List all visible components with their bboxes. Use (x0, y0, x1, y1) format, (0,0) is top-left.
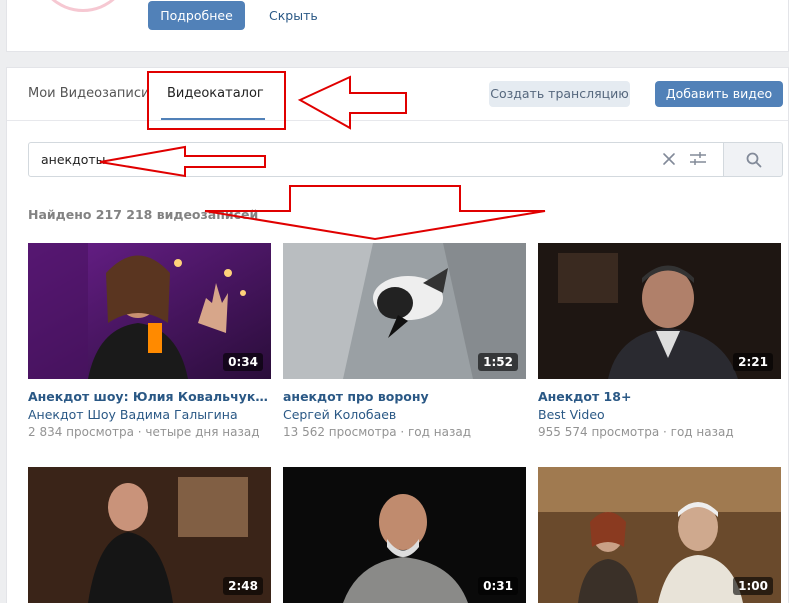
avatar[interactable] (35, 0, 131, 12)
video-card[interactable]: 0:31 (283, 467, 526, 603)
more-button[interactable]: Подробнее (148, 1, 245, 30)
video-thumbnail[interactable]: 1:52 (283, 243, 526, 379)
video-thumbnail[interactable]: 2:48 (28, 467, 271, 603)
video-thumbnail[interactable]: 0:31 (283, 467, 526, 603)
add-video-button[interactable]: Добавить видео (655, 81, 783, 107)
search-button[interactable] (723, 142, 783, 177)
tab-video-catalog[interactable]: Видеокаталог (167, 86, 264, 101)
create-stream-button[interactable]: Создать трансляцию (489, 81, 630, 107)
video-meta: 955 574 просмотра · год назад (538, 425, 734, 439)
clear-icon[interactable] (661, 151, 677, 167)
video-card[interactable]: 1:52 анекдот про ворону Сергей Колобаев … (283, 243, 526, 439)
video-duration: 1:00 (733, 577, 773, 595)
video-duration: 2:48 (223, 577, 263, 595)
search-box (28, 142, 724, 177)
results-count: Найдено 217 218 видеозаписей (28, 207, 259, 222)
video-duration: 0:34 (223, 353, 263, 371)
community-card: Подробнее Скрыть (6, 0, 789, 52)
tab-my-videos[interactable]: Мои Видеозаписи (28, 86, 149, 101)
video-card[interactable]: 1:00 (538, 467, 781, 603)
video-author[interactable]: Сергей Колобаев (283, 407, 526, 422)
video-card[interactable]: 0:34 Анекдот шоу: Юлия Ковальчук - изобр… (28, 243, 271, 439)
video-title[interactable]: анекдот про ворону (283, 389, 526, 404)
video-tabs: Мои Видеозаписи Видеокаталог Создать тра… (7, 68, 788, 121)
video-meta: 13 562 просмотра · год назад (283, 425, 471, 439)
video-duration: 1:52 (478, 353, 518, 371)
search-input[interactable] (29, 143, 649, 176)
video-author[interactable]: Анекдот Шоу Вадима Галыгина (28, 407, 271, 422)
video-meta: 2 834 просмотра · четыре дня назад (28, 425, 260, 439)
video-duration: 0:31 (478, 577, 518, 595)
video-title[interactable]: Анекдот шоу: Юлия Ковальчук - изобретате… (28, 389, 271, 404)
video-card[interactable]: 2:48 (28, 467, 271, 603)
video-title[interactable]: Анекдот 18+ (538, 389, 781, 404)
video-card[interactable]: 2:21 Анекдот 18+ Best Video 955 574 прос… (538, 243, 781, 439)
video-thumbnail[interactable]: 2:21 (538, 243, 781, 379)
video-author[interactable]: Best Video (538, 407, 781, 422)
active-tab-indicator (161, 118, 265, 120)
video-thumbnail[interactable]: 1:00 (538, 467, 781, 603)
search-icon (746, 152, 762, 168)
filter-settings-icon[interactable] (689, 151, 707, 167)
hide-link[interactable]: Скрыть (269, 8, 318, 23)
video-thumbnail[interactable]: 0:34 (28, 243, 271, 379)
video-duration: 2:21 (733, 353, 773, 371)
video-section: Мои Видеозаписи Видеокаталог Создать тра… (6, 67, 789, 603)
